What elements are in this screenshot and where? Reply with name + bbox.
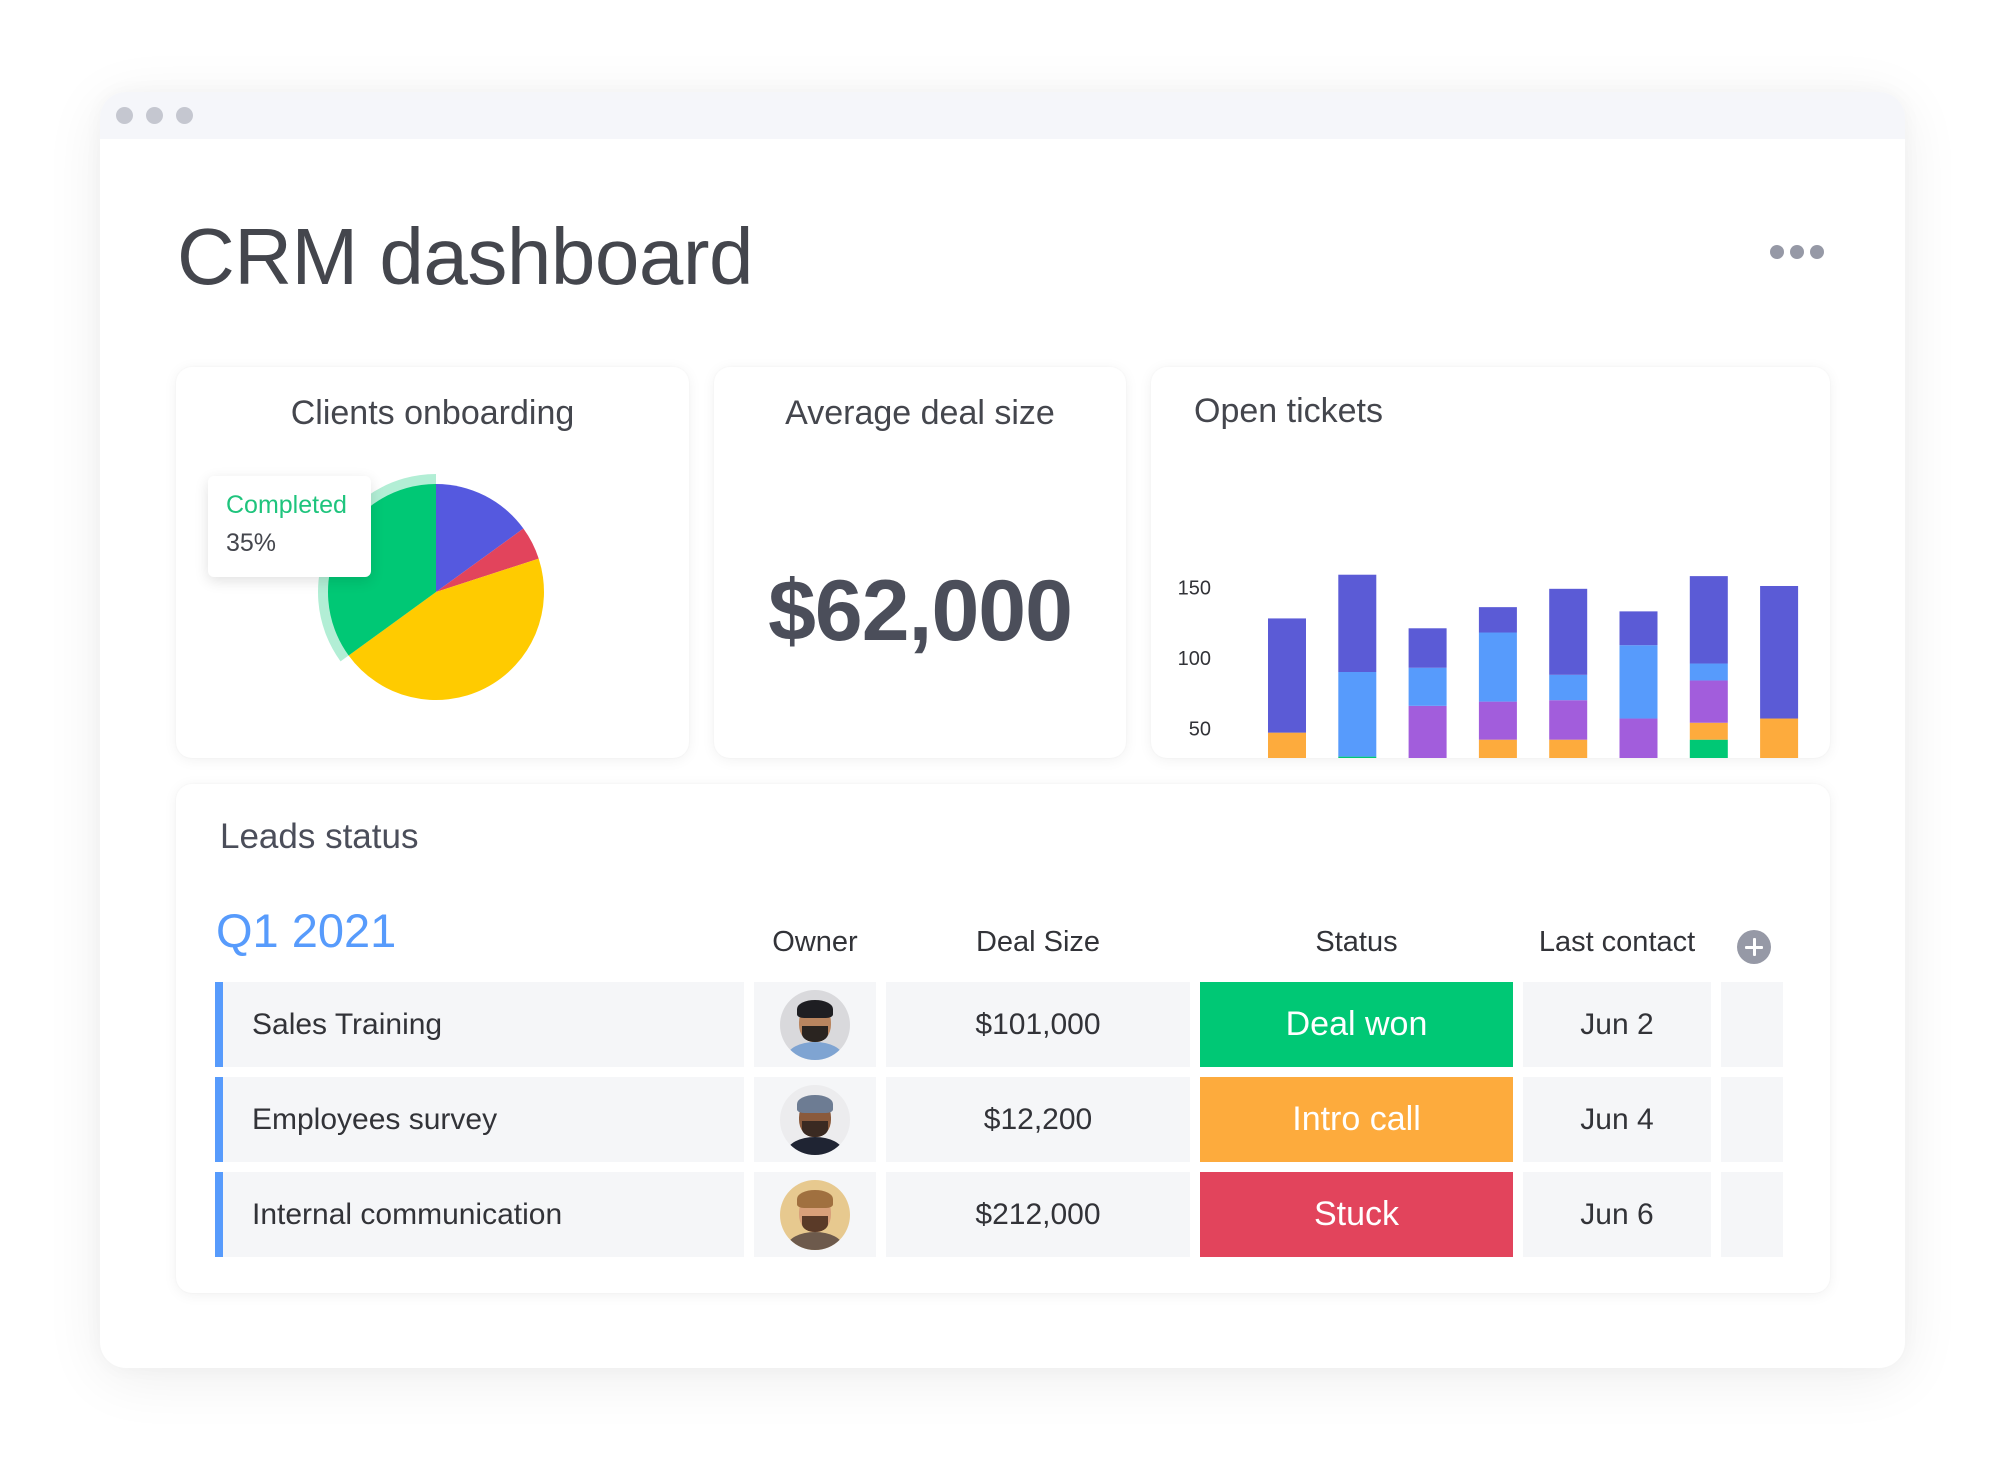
- bar-group: [1549, 588, 1588, 758]
- group-color-bar: [215, 1077, 223, 1162]
- widget-title: Leads status: [220, 817, 419, 856]
- bar-segment: [1338, 574, 1377, 672]
- empty-cell[interactable]: [1721, 982, 1783, 1067]
- deal-size-cell[interactable]: $212,000: [886, 1172, 1190, 1257]
- window-titlebar: [100, 92, 1905, 139]
- open-tickets-widget: Open tickets 050100150: [1151, 367, 1830, 758]
- bar-segment: [1689, 722, 1728, 740]
- bar-segment: [1619, 718, 1658, 758]
- item-name: Internal communication: [252, 1197, 563, 1231]
- window-dot-icon[interactable]: [176, 107, 193, 124]
- bar-segment: [1408, 628, 1447, 668]
- item-name: Employees survey: [252, 1102, 498, 1136]
- bar-segment: [1478, 632, 1517, 702]
- avatar[interactable]: [780, 1084, 850, 1155]
- app-window: CRM dashboard Clients onboarding Complet…: [100, 92, 1905, 1368]
- more-horizontal-icon: [1790, 245, 1804, 259]
- pie-tooltip: Completed 35%: [208, 476, 371, 577]
- item-name-cell[interactable]: Sales Training: [215, 982, 744, 1067]
- tooltip-label: Completed: [226, 491, 347, 519]
- column-header-last-contact[interactable]: Last contact: [1523, 925, 1711, 959]
- avatar[interactable]: [780, 989, 850, 1060]
- item-name-cell[interactable]: Employees survey: [215, 1077, 744, 1162]
- window-dot-icon[interactable]: [116, 107, 133, 124]
- deal-size-cell[interactable]: $12,200: [886, 1077, 1190, 1162]
- bar-group: [1689, 576, 1728, 758]
- table-row[interactable]: Sales Training $101,000 Deal won Jun 2: [215, 982, 1784, 1067]
- bar-segment: [1689, 739, 1728, 758]
- bar-group: [1478, 607, 1517, 758]
- bar-segment: [1549, 700, 1588, 740]
- leads-status-widget: Leads status Q1 2021 Owner Deal Size Sta…: [176, 784, 1830, 1293]
- y-tick-label: 150: [1178, 578, 1211, 600]
- bar-group: [1408, 628, 1447, 758]
- table-row[interactable]: Employees survey $12,200 Intro call Jun …: [215, 1077, 1784, 1162]
- y-tick-label: 100: [1178, 648, 1211, 670]
- bar-segment: [1338, 756, 1377, 758]
- owner-cell[interactable]: [754, 982, 876, 1067]
- widget-title: Average deal size: [785, 394, 1055, 432]
- window-dot-icon[interactable]: [146, 107, 163, 124]
- bar-segment: [1338, 672, 1377, 757]
- owner-cell[interactable]: [754, 1077, 876, 1162]
- clients-onboarding-widget: Clients onboarding Completed 35%: [176, 367, 689, 758]
- item-name-cell[interactable]: Internal communication: [215, 1172, 744, 1257]
- group-color-bar: [215, 1172, 223, 1257]
- bar-segment: [1268, 618, 1306, 733]
- bar-segment: [1408, 667, 1447, 706]
- bar-segment: [1478, 739, 1517, 758]
- avatar[interactable]: [780, 1179, 850, 1250]
- page-title: CRM dashboard: [177, 212, 754, 301]
- item-name: Sales Training: [252, 1007, 443, 1041]
- bar-segment: [1760, 585, 1799, 719]
- table-row[interactable]: Internal communication $212,000 Stuck Ju…: [215, 1172, 1784, 1257]
- group-color-bar: [215, 982, 223, 1067]
- tooltip-value: 35%: [226, 529, 277, 557]
- bar-segment: [1689, 663, 1728, 681]
- group-title[interactable]: Q1 2021: [216, 903, 396, 959]
- average-deal-size-widget: Average deal size $62,000: [714, 367, 1126, 758]
- bar-segment: [1689, 680, 1728, 723]
- last-contact-cell[interactable]: Jun 6: [1523, 1172, 1711, 1257]
- last-contact-cell[interactable]: Jun 2: [1523, 982, 1711, 1067]
- bar-group: [1619, 611, 1658, 758]
- average-deal-value: $62,000: [768, 563, 1073, 659]
- column-header-owner[interactable]: Owner: [754, 925, 876, 959]
- bar-group: [1338, 574, 1377, 758]
- column-header-status[interactable]: Status: [1200, 925, 1513, 959]
- bar-segment: [1549, 588, 1588, 675]
- bar-segment: [1689, 576, 1728, 664]
- bar-segment: [1408, 705, 1447, 758]
- bar-segment: [1549, 739, 1588, 758]
- y-tick-label: 50: [1189, 719, 1211, 741]
- add-column-button[interactable]: [1737, 930, 1771, 964]
- bar-segment: [1760, 718, 1799, 758]
- bar-segment: [1619, 611, 1658, 646]
- stacked-bar-chart: 050100150: [1178, 574, 1799, 758]
- bar-segment: [1478, 701, 1517, 740]
- bar-segment: [1549, 674, 1588, 701]
- bar-segment: [1478, 607, 1517, 633]
- bar-segment: [1619, 645, 1658, 719]
- bar-segment: [1268, 732, 1306, 758]
- more-options-button[interactable]: [1770, 243, 1830, 263]
- status-badge[interactable]: Deal won: [1200, 982, 1513, 1067]
- bar-group: [1268, 618, 1306, 758]
- owner-cell[interactable]: [754, 1172, 876, 1257]
- empty-cell[interactable]: [1721, 1077, 1783, 1162]
- column-header-deal-size[interactable]: Deal Size: [886, 925, 1190, 959]
- deal-size-cell[interactable]: $101,000: [886, 982, 1190, 1067]
- bar-group: [1760, 585, 1799, 758]
- last-contact-cell[interactable]: Jun 4: [1523, 1077, 1711, 1162]
- more-horizontal-icon: [1770, 245, 1784, 259]
- empty-cell[interactable]: [1721, 1172, 1783, 1257]
- status-badge[interactable]: Stuck: [1200, 1172, 1513, 1257]
- more-horizontal-icon: [1810, 245, 1824, 259]
- status-badge[interactable]: Intro call: [1200, 1077, 1513, 1162]
